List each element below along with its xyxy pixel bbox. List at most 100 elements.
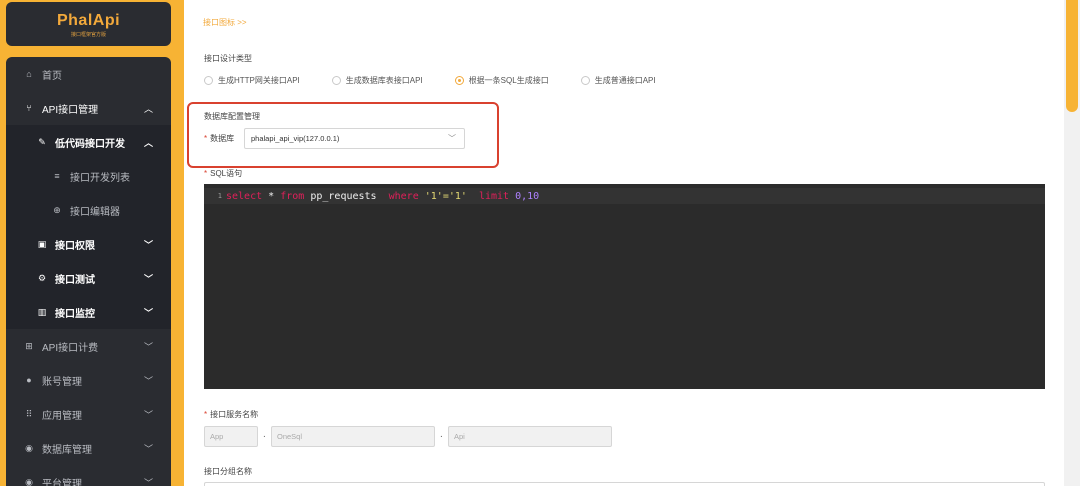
service-app-input[interactable]: App [204,426,258,447]
sidebar-item-permission[interactable]: ▣ 接口权限 ﹀ [6,227,171,261]
list-icon: ≡ [54,171,60,181]
lock-icon: ▣ [37,238,47,249]
sidebar-item-label: 应用管理 [42,410,82,422]
radio-db-table[interactable]: 生成数据库表接口API [331,75,423,86]
sidebar-item-home[interactable]: ⌂ 首页 [6,57,171,91]
sql-keyword: where [388,190,419,202]
radio-label: 生成HTTP网关接口API [218,76,300,85]
chevron-down-icon: ﹀ [143,341,153,352]
radio-sql[interactable]: 根据一条SQL生成接口 [454,75,549,86]
sidebar-item-editor[interactable]: ⊕ 接口编辑器 [6,193,171,227]
cart-icon: ⊞ [25,340,33,351]
radio-label: 生成数据库表接口API [345,76,423,85]
sql-label: * SQL语句 [204,168,242,179]
chevron-down-icon: ﹀ [143,443,153,454]
sidebar-item-label: API接口计费 [42,342,99,354]
sql-keyword: from [280,190,305,202]
sidebar-item-test[interactable]: ⚙ 接口测试 ﹀ [6,261,171,295]
user-icon: ● [26,375,32,385]
design-type-label: 接口设计类型 [204,54,252,63]
home-icon: ⌂ [26,69,32,79]
chevron-down-icon: ﹀ [448,134,456,143]
sidebar-item-dev-list[interactable]: ≡ 接口开发列表 [6,159,171,193]
chevron-down-icon: ﹀ [143,307,153,318]
sidebar-item-label: 接口测试 [55,274,95,286]
service-name-input[interactable]: OneSql [271,426,435,447]
chevron-down-icon: ﹀ [143,375,153,386]
breadcrumb[interactable]: 接口图标 >> [203,17,247,28]
sidebar-item-label: 接口编辑器 [70,206,120,218]
sidebar-item-label: 接口监控 [55,308,95,320]
radio-circle-icon [580,76,590,85]
settings-icon: ◉ [25,476,33,486]
db-label: * 数据库 [204,133,234,144]
logo[interactable]: PhalApi 接口框架官方版 [6,2,171,46]
radio-circle-icon [204,76,213,85]
plus-circle-icon: ⊕ [53,204,61,215]
sidebar-item-lowcode[interactable]: ✎ 低代码接口开发 ︿ [6,125,171,159]
group-label: 接口分组名称 [204,467,252,476]
logo-subtitle: 接口框架官方版 [70,32,106,38]
sql-table: pp_requests [310,190,377,202]
service-label: * 接口服务名称 [204,409,258,420]
sidebar-item-label: 平台管理 [42,478,82,486]
sidebar-item-account[interactable]: ● 账号管理 ﹀ [6,363,171,397]
chevron-up-icon: ︿ [143,137,153,148]
code-line: 1 select * from pp_requests where '1'='1… [204,188,1045,204]
radio-label: 根据一条SQL生成接口 [468,76,549,85]
chevron-down-icon: ﹀ [143,409,153,420]
grid-icon: ⠿ [25,408,33,419]
sidebar-item-billing[interactable]: ⊞ API接口计费 ﹀ [6,329,171,363]
sidebar-item-platform[interactable]: ◉ 平台管理 ﹀ [6,465,171,486]
line-number: 1 [217,192,222,200]
service-separator: . [263,429,266,440]
sidebar-item-label: 首页 [42,70,62,82]
database-select[interactable]: phalapi_api_vip(127.0.0.1) ﹀ [244,128,465,149]
api-icon: ⑂ [26,103,32,113]
group-input[interactable] [204,482,1045,486]
db-label-text: 数据库 [210,134,235,143]
sidebar: PhalApi 接口框架官方版 ⌂ 首页 ⑂ API接口管理 ︿ ✎ 低代码接口… [0,0,176,486]
sidebar-item-label: 接口权限 [55,240,95,252]
sidebar-item-label: 数据库管理 [42,444,92,456]
radio-normal[interactable]: 生成普通接口API [580,75,656,86]
logo-title: PhalApi [56,12,121,29]
wrench-icon: ✎ [38,136,46,147]
scrollbar-thumb[interactable] [1066,0,1078,112]
sidebar-item-label: 接口开发列表 [70,172,130,184]
sidebar-item-database[interactable]: ◉ 数据库管理 ﹀ [6,431,171,465]
main-panel: 接口图标 >> 接口设计类型 生成HTTP网关接口API 生成数据库表接口API… [184,0,1064,486]
sidebar-item-label: API接口管理 [42,104,99,116]
required-mark: * [204,134,208,143]
sidebar-menu: ⌂ 首页 ⑂ API接口管理 ︿ ✎ 低代码接口开发 ︿ ≡ 接口开发列表 ⊕ … [6,57,171,486]
sidebar-item-monitor[interactable]: ▥ 接口监控 ﹀ [6,295,171,329]
sql-star: * [268,190,275,202]
bar-chart-icon: ▥ [37,306,47,317]
chevron-up-icon: ︿ [143,103,153,114]
sidebar-item-label: 账号管理 [42,376,82,388]
db-section-title: 数据库配置管理 [204,112,260,121]
database-select-value: phalapi_api_vip(127.0.0.1) [251,134,340,143]
sidebar-item-api-management[interactable]: ⑂ API接口管理 ︿ [6,91,171,125]
radio-label: 生成普通接口API [594,76,656,85]
chevron-down-icon: ﹀ [143,239,153,250]
sidebar-item-label: 低代码接口开发 [55,138,125,150]
database-icon: ◉ [25,442,33,453]
service-separator: . [440,429,443,440]
radio-circle-icon [454,76,464,85]
service-api-input[interactable]: Api [448,426,612,447]
sidebar-item-app[interactable]: ⠿ 应用管理 ﹀ [6,397,171,431]
radio-circle-icon [331,76,341,85]
sql-editor[interactable]: 1 select * from pp_requests where '1'='1… [204,184,1045,389]
sql-range: 0,10 [515,190,540,202]
sql-keyword: limit [478,190,510,202]
sql-condition: '1'='1' [424,190,467,202]
radio-http-gateway[interactable]: 生成HTTP网关接口API [204,75,300,86]
sql-label-text: SQL语句 [210,169,243,178]
sql-keyword: select [226,190,263,202]
required-mark: * [204,410,208,419]
required-mark: * [204,169,208,178]
chevron-down-icon: ﹀ [143,477,153,486]
design-type-radio-group: 生成HTTP网关接口API 生成数据库表接口API 根据一条SQL生成接口 生成… [204,75,688,86]
test-icon: ⚙ [37,272,47,283]
